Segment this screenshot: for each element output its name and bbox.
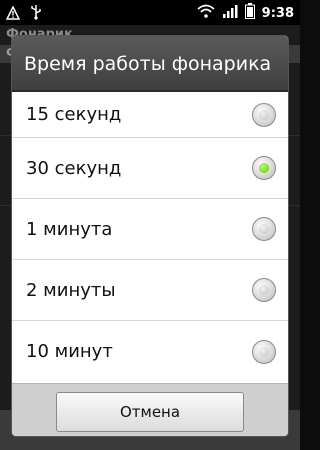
dialog-footer: Отмена <box>12 383 288 436</box>
dialog-title: Время работы фонарика <box>12 36 288 92</box>
status-left-icons <box>5 4 42 24</box>
option-label: 30 секунд <box>26 157 122 179</box>
option-label: 10 минут <box>26 341 113 362</box>
option-15-seconds[interactable]: 15 секунд <box>12 92 288 138</box>
status-time: 9:38 <box>261 5 294 21</box>
radio-button-unchecked[interactable] <box>252 339 276 364</box>
wifi-icon <box>197 4 215 22</box>
status-bar: 9:38 <box>0 0 300 25</box>
option-1-minute[interactable]: 1 минута <box>12 199 288 260</box>
flashlight-duration-dialog: Время работы фонарика 15 секунд 30 секун… <box>12 36 288 436</box>
radio-button-unchecked[interactable] <box>252 278 276 302</box>
option-label: 2 минуты <box>26 279 116 301</box>
radio-button-unchecked[interactable] <box>252 217 276 241</box>
battery-icon <box>244 3 255 23</box>
option-10-minutes[interactable]: 10 минут <box>12 321 288 382</box>
option-30-seconds[interactable]: 30 секунд <box>12 138 288 199</box>
signal-icon <box>222 4 238 22</box>
status-right-icons: 9:38 <box>197 3 294 23</box>
cancel-button[interactable]: Отмена <box>56 392 244 432</box>
option-2-minutes[interactable]: 2 минуты <box>12 260 288 321</box>
option-label: 15 секунд <box>26 104 122 125</box>
usb-icon <box>30 4 42 24</box>
radio-button-unchecked[interactable] <box>252 102 276 127</box>
alert-icon <box>5 4 21 24</box>
radio-button-checked[interactable] <box>252 156 276 180</box>
option-label: 1 минута <box>26 218 113 240</box>
